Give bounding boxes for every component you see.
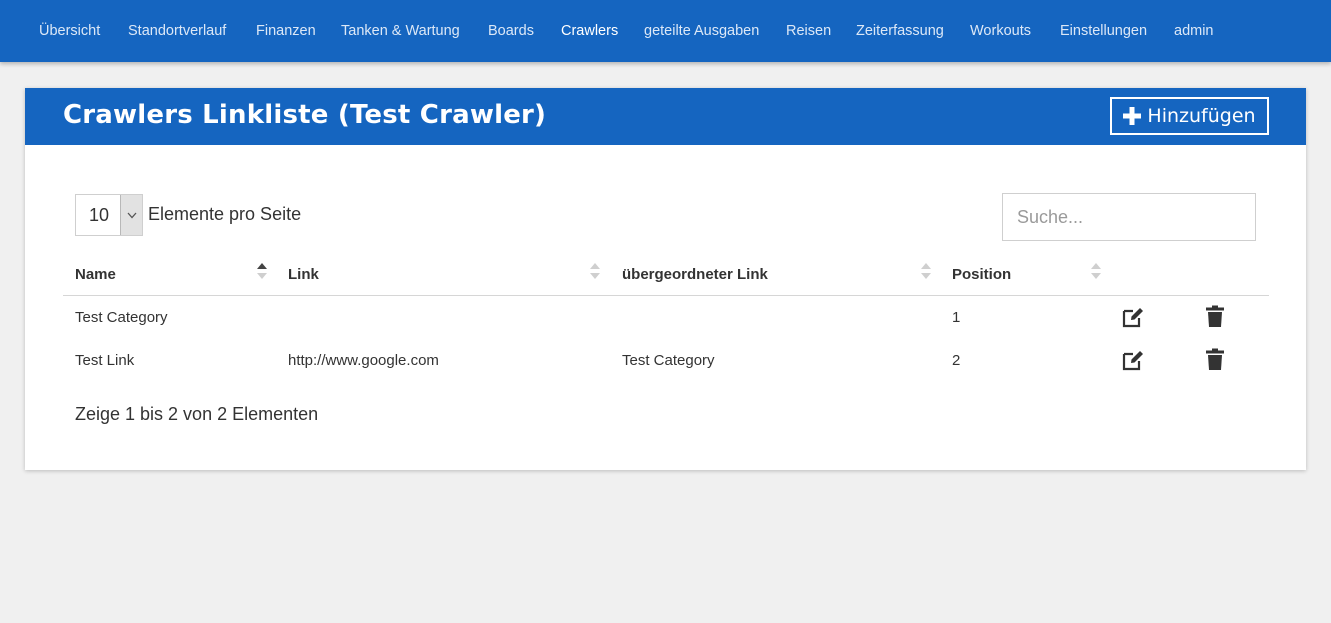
nav-item-finanzen[interactable]: Finanzen [256,23,316,39]
nav-item-reisen[interactable]: Reisen [786,23,831,39]
cell-parent-link: Test Category [622,352,715,369]
plus-icon [1123,107,1142,125]
chevron-down-icon [120,195,142,235]
nav-item-zeiterfassung[interactable]: Zeiterfassung [856,23,944,39]
column-header-name[interactable]: Name [75,266,116,283]
cell-name: Test Category [75,309,168,326]
nav-item-workouts[interactable]: Workouts [970,23,1031,39]
edit-icon[interactable] [1121,306,1145,328]
trash-icon[interactable] [1203,348,1227,370]
nav-item-crawlers[interactable]: Crawlers [561,23,618,39]
column-header-parent-link[interactable]: übergeordneter Link [622,266,768,283]
nav-item-boards[interactable]: Boards [488,23,534,39]
add-button-label: Hinzufügen [1147,105,1256,127]
nav-item-einstellungen[interactable]: Einstellungen [1060,23,1147,39]
nav-item-geteilte-ausgaben[interactable]: geteilte Ausgaben [644,23,759,39]
cell-link[interactable]: http://www.google.com [288,352,439,369]
page-length-label: Elemente pro Seite [148,204,302,224]
top-navbar: Übersicht Standortverlauf Finanzen Tanke… [0,0,1331,62]
nav-item-tanken-wartung[interactable]: Tanken & Wartung [341,23,460,39]
edit-icon[interactable] [1121,349,1145,371]
search-input[interactable] [1002,193,1256,241]
sort-arrows-icon[interactable] [590,261,600,281]
card-header: Crawlers Linkliste (Test Crawler) Hinzuf… [25,88,1306,145]
sort-arrows-icon[interactable] [1091,261,1101,281]
page-length-select[interactable]: 10 [75,194,143,236]
trash-icon[interactable] [1203,305,1227,327]
nav-item-uebersicht[interactable]: Übersicht [39,23,100,39]
cell-position: 2 [952,352,961,369]
column-header-link[interactable]: Link [288,266,319,283]
nav-item-standortverlauf[interactable]: Standortverlauf [128,23,226,39]
table-header-divider [63,295,1269,296]
nav-item-admin[interactable]: admin [1174,23,1214,39]
table-info: Zeige 1 bis 2 von 2 Elementen [75,404,319,424]
sort-asc-icon[interactable] [257,261,267,281]
cell-position: 1 [952,309,961,326]
add-button[interactable]: Hinzufügen [1110,97,1269,135]
cell-name: Test Link [75,352,135,369]
linklist-card: Crawlers Linkliste (Test Crawler) Hinzuf… [25,88,1306,470]
page-length-value: 10 [89,205,110,225]
sort-arrows-icon[interactable] [921,261,931,281]
page-title: Crawlers Linkliste (Test Crawler) [63,100,547,130]
column-header-position[interactable]: Position [952,266,1011,283]
